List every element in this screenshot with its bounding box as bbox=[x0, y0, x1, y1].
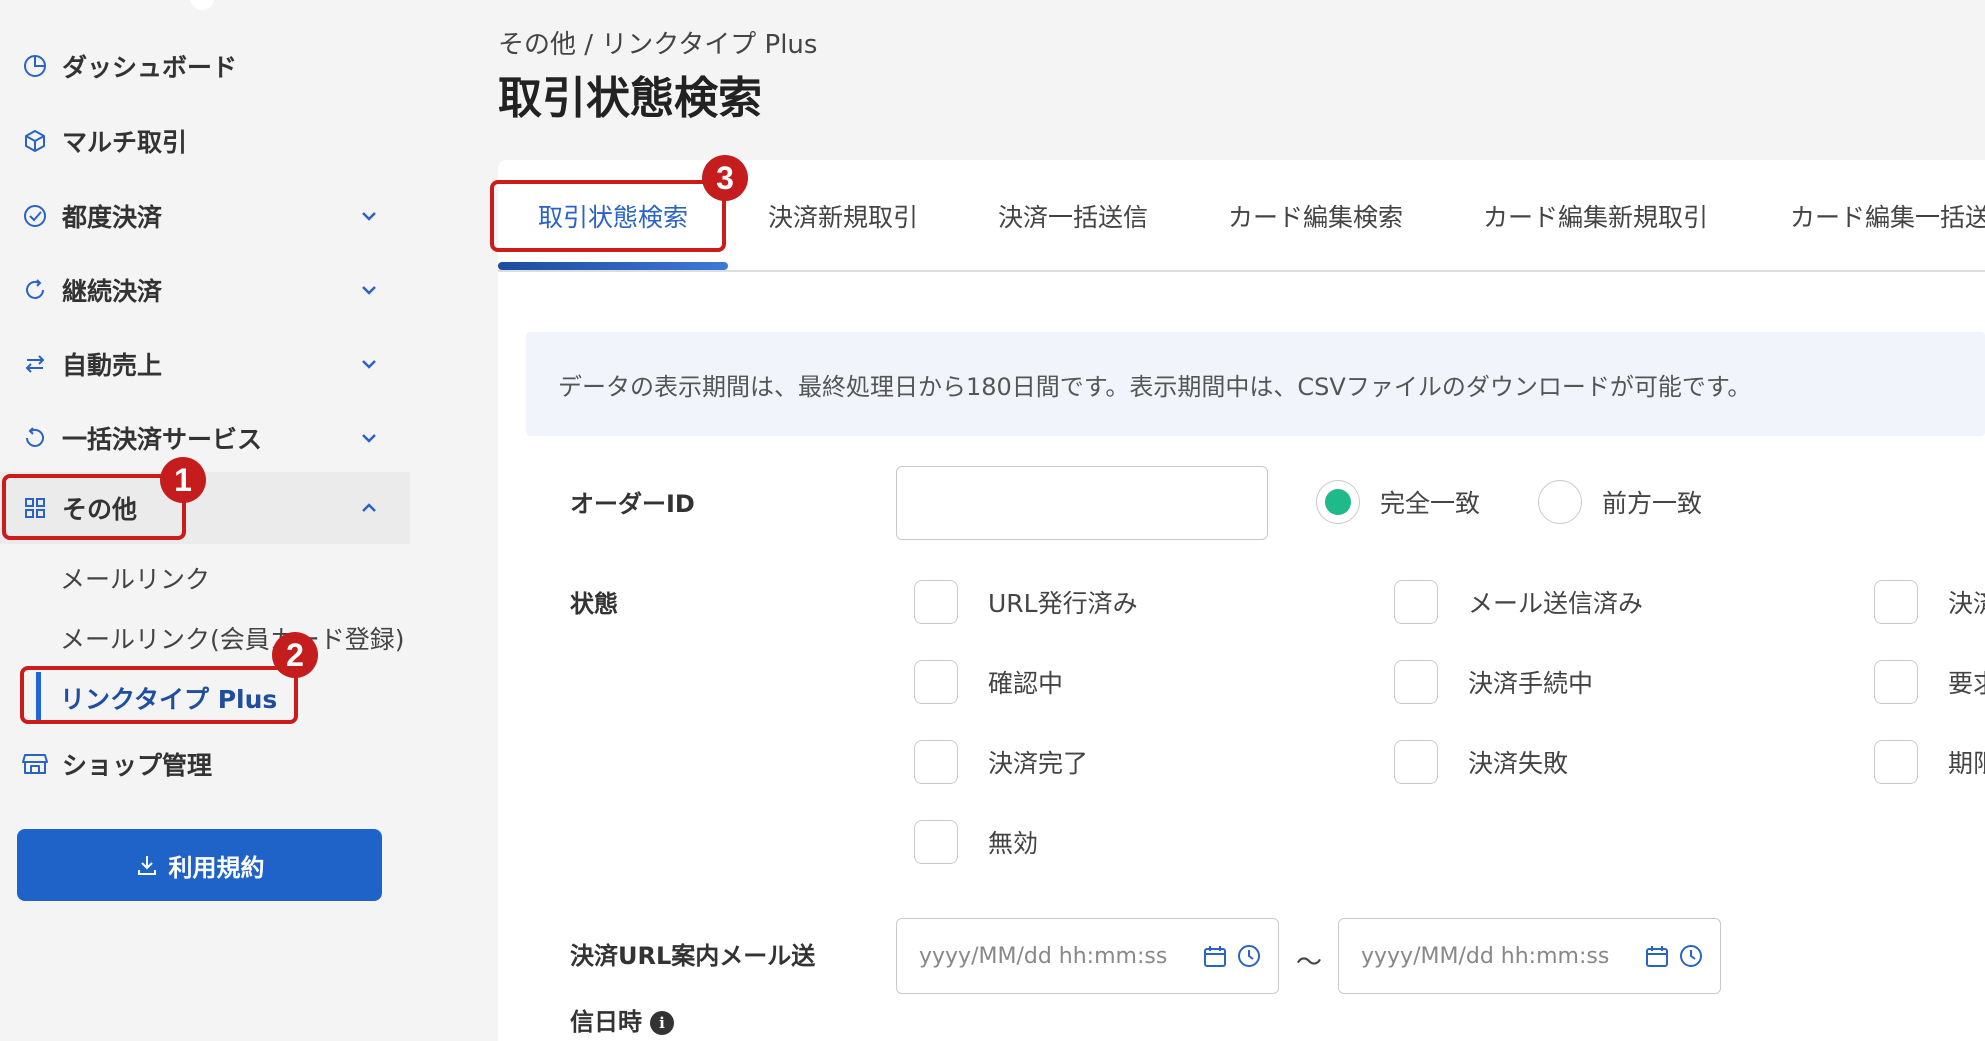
exchange-icon bbox=[20, 349, 50, 379]
dashboard-icon bbox=[20, 51, 50, 81]
status-checkbox[interactable] bbox=[914, 740, 958, 784]
status-checkbox[interactable] bbox=[1394, 660, 1438, 704]
tab-card-edit-new-transaction[interactable]: カード編集新規取引 bbox=[1483, 198, 1708, 234]
sidebar-item-multi-transaction[interactable]: マルチ取引 bbox=[0, 105, 410, 177]
mail-sent-date-label: 決済URL案内メール送 bbox=[570, 942, 816, 970]
status-checkbox[interactable] bbox=[914, 820, 958, 864]
status-checkbox[interactable] bbox=[1394, 580, 1438, 624]
match-prefix-label[interactable]: 前方一致 bbox=[1602, 484, 1702, 520]
chevron-down-icon[interactable] bbox=[355, 202, 383, 230]
sidebar-item-label: マルチ取引 bbox=[62, 128, 188, 157]
date-from-input[interactable]: yyyy/MM/dd hh:mm:ss bbox=[896, 918, 1279, 994]
sidebar-item-recurring-payment[interactable]: 継続決済 bbox=[0, 254, 410, 326]
chevron-up-icon[interactable] bbox=[355, 494, 383, 522]
logo-fragment bbox=[190, 0, 214, 10]
grid-icon bbox=[20, 493, 50, 523]
date-to-input[interactable]: yyyy/MM/dd hh:mm:ss bbox=[1338, 918, 1721, 994]
sub-item-mail-link-member-card[interactable]: メールリンク(会員カード登録) bbox=[60, 620, 405, 656]
status-option-label[interactable]: 決済完了 bbox=[988, 744, 1088, 780]
status-checkbox[interactable] bbox=[1874, 580, 1918, 624]
search-panel: 取引状態検索 決済新規取引 決済一括送信 カード編集検索 カード編集新規取引 カ… bbox=[498, 160, 1985, 1041]
status-checkbox[interactable] bbox=[914, 660, 958, 704]
sidebar-item-label: ショップ管理 bbox=[62, 751, 213, 780]
shop-icon bbox=[20, 749, 50, 779]
status-option-label[interactable]: 決済 bbox=[1948, 584, 1985, 620]
chevron-down-icon[interactable] bbox=[355, 276, 383, 304]
sidebar-item-shop-management[interactable]: ショップ管理 bbox=[0, 728, 410, 800]
sidebar: ダッシュボード マルチ取引 都度決済 継続決済 自動売上 一括決済サービス その… bbox=[0, 0, 415, 1041]
match-prefix-radio[interactable] bbox=[1538, 480, 1582, 524]
status-checkbox[interactable] bbox=[1874, 660, 1918, 704]
match-exact-label[interactable]: 完全一致 bbox=[1380, 484, 1480, 520]
clock-icon[interactable] bbox=[1678, 943, 1704, 975]
check-circle-icon bbox=[20, 201, 50, 231]
chevron-down-icon[interactable] bbox=[355, 350, 383, 378]
breadcrumb: その他 / リンクタイプ Plus bbox=[498, 30, 818, 60]
refresh-icon bbox=[20, 275, 50, 305]
callout-number-2: 2 bbox=[272, 632, 318, 678]
sidebar-item-label: 一括決済サービス bbox=[62, 425, 263, 454]
sidebar-item-one-time-payment[interactable]: 都度決済 bbox=[0, 180, 410, 252]
order-id-input[interactable] bbox=[896, 466, 1268, 540]
status-option-label[interactable]: 要求 bbox=[1948, 664, 1985, 700]
sub-item-link-type-plus[interactable]: リンクタイプ Plus bbox=[60, 680, 277, 716]
status-option-label[interactable]: URL発行済み bbox=[988, 584, 1138, 620]
tab-card-edit-search[interactable]: カード編集検索 bbox=[1228, 198, 1403, 234]
sidebar-item-label: 都度決済 bbox=[62, 203, 163, 232]
sidebar-item-label: 自動売上 bbox=[62, 351, 163, 380]
calendar-icon[interactable] bbox=[1202, 943, 1228, 975]
status-option-label[interactable]: 無効 bbox=[988, 824, 1038, 860]
undo-icon bbox=[20, 423, 50, 453]
sidebar-item-label: ダッシュボード bbox=[62, 53, 238, 82]
status-option-label[interactable]: 決済失敗 bbox=[1468, 744, 1568, 780]
active-tab-indicator bbox=[498, 262, 728, 270]
status-option-label[interactable]: メール送信済み bbox=[1468, 584, 1643, 620]
status-label: 状態 bbox=[570, 590, 618, 618]
tab-new-payment-transaction[interactable]: 決済新規取引 bbox=[768, 198, 918, 234]
date-placeholder: yyyy/MM/dd hh:mm:ss bbox=[919, 943, 1168, 969]
sidebar-item-dashboard[interactable]: ダッシュボード bbox=[0, 30, 410, 102]
tab-transaction-status-search[interactable]: 取引状態検索 bbox=[538, 198, 688, 234]
status-option-label[interactable]: 確認中 bbox=[988, 664, 1063, 700]
mail-sent-date-label-cont: 信日時 i bbox=[570, 1002, 674, 1037]
terms-button-label: 利用規約 bbox=[168, 853, 265, 882]
sidebar-item-label: 継続決済 bbox=[62, 277, 163, 306]
range-separator: ～ bbox=[1296, 948, 1323, 978]
sub-item-mail-link[interactable]: メールリンク bbox=[60, 560, 210, 596]
match-exact-radio[interactable] bbox=[1316, 480, 1360, 524]
info-icon[interactable]: i bbox=[650, 1011, 674, 1035]
active-sub-item-marker bbox=[36, 672, 41, 722]
status-checkbox[interactable] bbox=[1394, 740, 1438, 784]
tab-card-edit-bulk-send[interactable]: カード編集一括送 bbox=[1790, 198, 1985, 234]
sidebar-item-auto-sales[interactable]: 自動売上 bbox=[0, 328, 410, 400]
mail-sent-date-label-line2: 信日時 bbox=[570, 1008, 642, 1036]
status-option-label[interactable]: 期限 bbox=[1948, 744, 1985, 780]
cube-icon bbox=[20, 126, 50, 156]
info-notice: データの表示期間は、最終処理日から180日間です。表示期間中は、CSVファイルの… bbox=[526, 332, 1985, 436]
chevron-down-icon[interactable] bbox=[355, 424, 383, 452]
radio-selected-dot bbox=[1325, 489, 1351, 515]
sidebar-item-bulk-payment-service[interactable]: 一括決済サービス bbox=[0, 402, 410, 474]
terms-of-use-button[interactable]: 利用規約 bbox=[17, 829, 382, 901]
order-id-label: オーダーID bbox=[570, 490, 695, 518]
tab-bulk-payment-send[interactable]: 決済一括送信 bbox=[998, 198, 1148, 234]
callout-number-1: 1 bbox=[160, 457, 206, 503]
clock-icon[interactable] bbox=[1236, 943, 1262, 975]
page-title: 取引状態検索 bbox=[498, 73, 762, 124]
status-option-label[interactable]: 決済手続中 bbox=[1468, 664, 1593, 700]
callout-number-3: 3 bbox=[702, 155, 748, 201]
status-checkbox[interactable] bbox=[1874, 740, 1918, 784]
date-placeholder: yyyy/MM/dd hh:mm:ss bbox=[1361, 943, 1610, 969]
download-icon bbox=[135, 853, 159, 877]
status-checkbox[interactable] bbox=[914, 580, 958, 624]
sidebar-item-label: その他 bbox=[62, 495, 138, 524]
calendar-icon[interactable] bbox=[1644, 943, 1670, 975]
